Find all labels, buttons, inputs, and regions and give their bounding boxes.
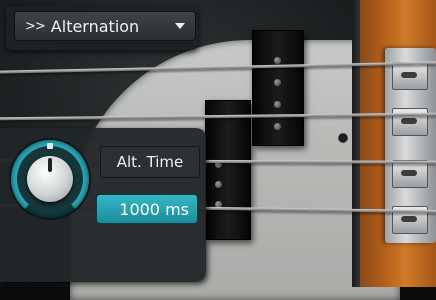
pickup-lower xyxy=(205,100,251,240)
articulation-dropdown[interactable]: >> Alternation xyxy=(14,11,196,41)
knob-center-marker xyxy=(47,143,53,149)
pickguard-screw xyxy=(338,133,348,143)
chevron-down-icon xyxy=(175,23,185,29)
pole-piece xyxy=(274,57,281,64)
alt-time-label: Alt. Time xyxy=(100,146,200,178)
bridge-saddle xyxy=(392,62,428,90)
pole-piece xyxy=(215,181,222,188)
pole-piece xyxy=(274,101,281,108)
pickup-upper xyxy=(252,30,304,146)
double-chevron-icon: >> xyxy=(25,18,46,34)
pole-piece xyxy=(274,123,281,130)
bridge-saddle xyxy=(392,160,428,188)
pole-piece xyxy=(274,79,281,86)
articulation-dropdown-label: Alternation xyxy=(50,16,140,36)
instrument-view: >> Alternation Alt. Time 1000 ms xyxy=(0,0,436,300)
knob-pointer xyxy=(48,158,52,172)
alt-time-value-field[interactable]: 1000 ms xyxy=(96,194,198,224)
